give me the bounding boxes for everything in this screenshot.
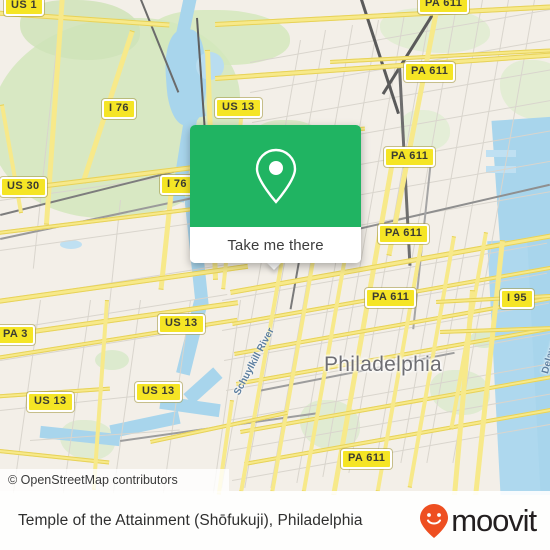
highway-shield: PA 611 xyxy=(404,62,456,82)
map-canvas[interactable]: Philadelphia Schuylkill River Delaware R… xyxy=(0,0,550,495)
map-screenshot: Philadelphia Schuylkill River Delaware R… xyxy=(0,0,550,550)
take-me-there-label: Take me there xyxy=(227,236,324,254)
highway-shield: PA 611 xyxy=(418,0,470,14)
map-pin-icon xyxy=(255,148,296,204)
highway-shield: US 1 xyxy=(4,0,45,16)
highway-shield: I 76 xyxy=(102,99,136,119)
card-action-footer[interactable]: Take me there xyxy=(190,227,361,263)
bottom-info-bar: Temple of the Attainment (Shōfukuji), Ph… xyxy=(0,491,550,550)
highway-shield: PA 3 xyxy=(0,325,35,345)
highway-shield: PA 611 xyxy=(365,288,417,308)
highway-shield: PA 611 xyxy=(384,147,436,167)
highway-shield: I 76 xyxy=(160,175,194,195)
moovit-logo[interactable]: moovit xyxy=(419,503,537,539)
moovit-wordmark: moovit xyxy=(451,503,537,538)
highway-shield: I 95 xyxy=(500,289,534,309)
highway-shield: US 30 xyxy=(0,177,47,197)
highway-shield: PA 611 xyxy=(341,449,393,469)
place-title: Temple of the Attainment (Shōfukuji), Ph… xyxy=(18,511,363,529)
highway-shield: PA 611 xyxy=(378,224,430,244)
place-callout-card[interactable]: Take me there xyxy=(190,125,361,263)
highway-shield: US 13 xyxy=(27,392,74,412)
highway-shield: US 13 xyxy=(158,314,205,334)
map-attribution[interactable]: © OpenStreetMap contributors xyxy=(0,469,229,491)
moovit-pin-smiley-icon xyxy=(420,503,449,538)
highway-shield: US 13 xyxy=(215,98,262,118)
attribution-text: © OpenStreetMap contributors xyxy=(8,473,178,487)
highway-shield: US 13 xyxy=(135,382,182,402)
card-image-header xyxy=(190,125,361,227)
